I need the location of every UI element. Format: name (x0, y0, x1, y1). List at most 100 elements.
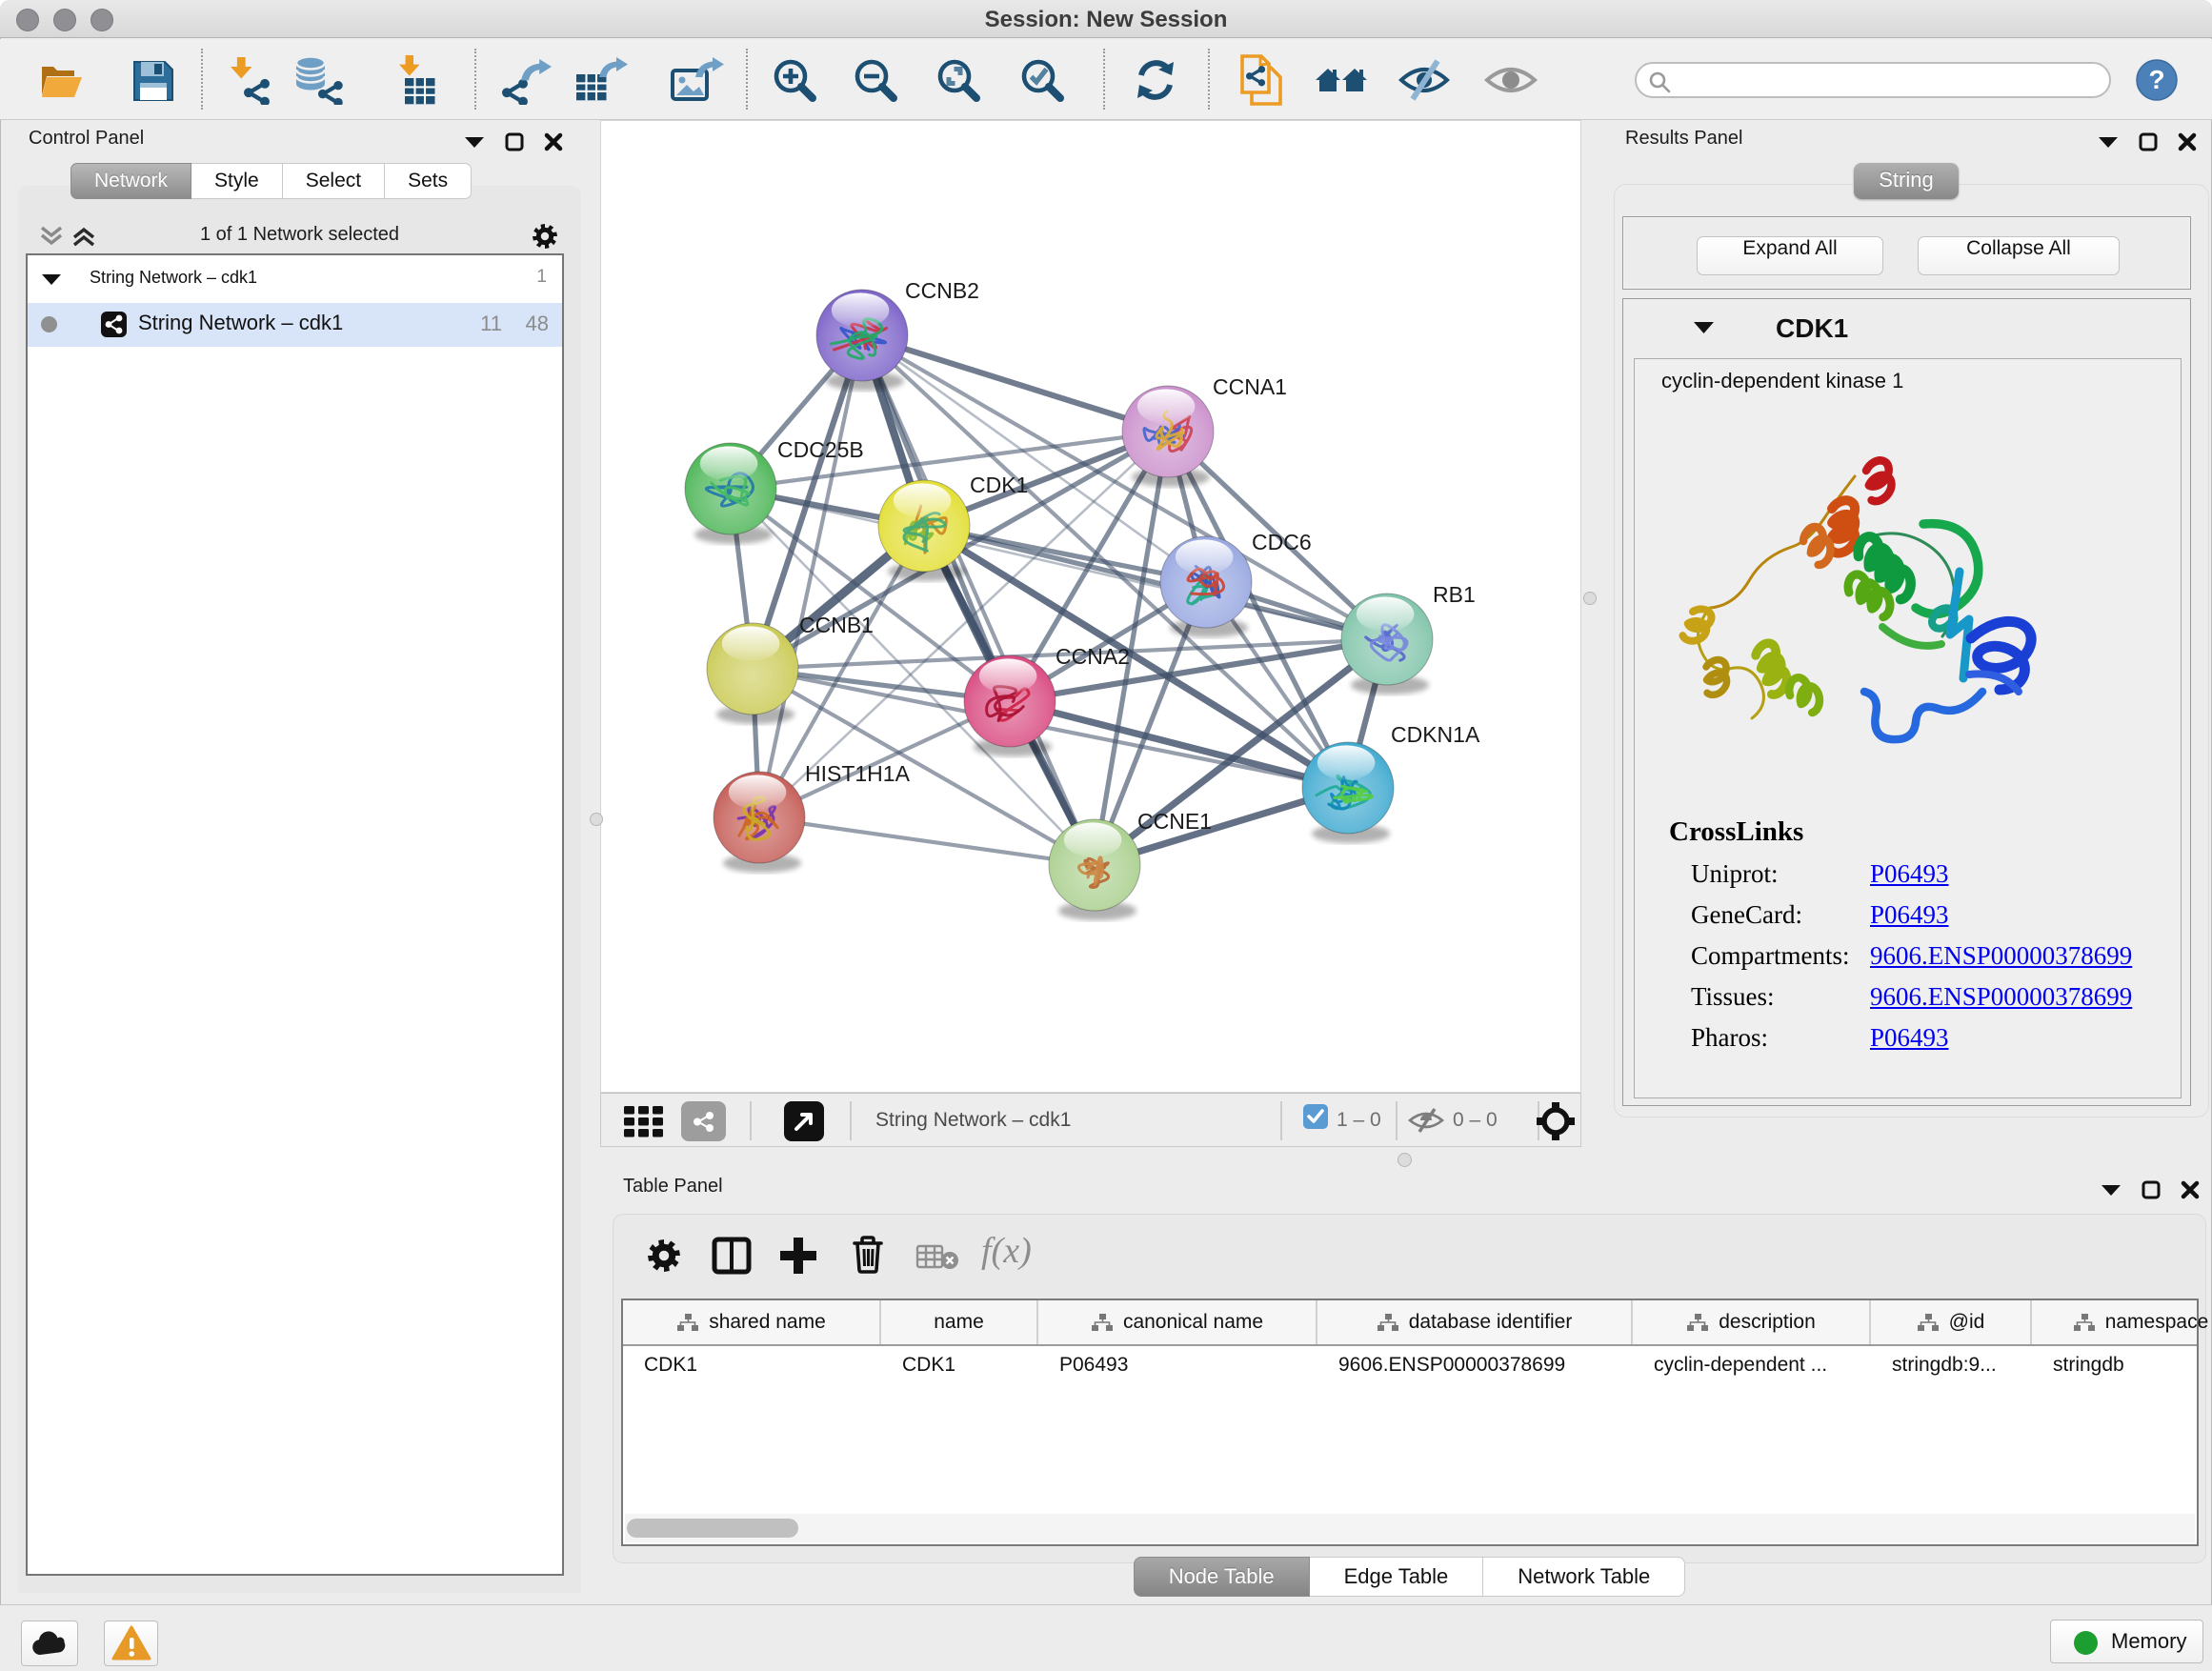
cell-sharedname[interactable]: CDK1 (623, 1346, 881, 1388)
cell-databaseidentifier[interactable]: 9606.ENSP00000378699 (1317, 1346, 1633, 1388)
delete-table-icon[interactable] (915, 1243, 959, 1270)
cloud-button[interactable] (21, 1621, 78, 1666)
scrollbar-thumb[interactable] (627, 1519, 798, 1538)
zoom-out-button[interactable] (850, 39, 901, 120)
node-CCNB1[interactable]: CCNB1 (707, 613, 874, 724)
cell-description[interactable]: cyclin-dependent ... (1633, 1346, 1871, 1388)
protein-header-row[interactable]: CDK1 (1623, 299, 2190, 358)
function-builder-icon[interactable]: f(x) (981, 1230, 1032, 1272)
birdseye-grid-icon[interactable] (622, 1104, 666, 1140)
edge-HIST1H1A-CCNE1[interactable] (759, 817, 1095, 865)
tab-edge-table[interactable]: Edge Table (1310, 1557, 1484, 1597)
zoom-in-button[interactable] (769, 39, 820, 120)
crosslink-value[interactable]: P06493 (1870, 900, 1949, 930)
node-CCNB2[interactable]: CCNB2 (816, 278, 979, 391)
search-input[interactable] (1679, 66, 2105, 94)
copy-network-button[interactable] (1237, 39, 1290, 120)
tab-sets[interactable]: Sets (385, 163, 472, 199)
crosslink-value[interactable]: 9606.ENSP00000378699 (1870, 941, 2132, 971)
table-settings-gear-icon[interactable] (648, 1239, 680, 1272)
left-splitter-handle[interactable] (590, 813, 603, 826)
cell-namespace[interactable]: stringdb (2032, 1346, 2212, 1388)
zoom-fit-button[interactable] (933, 39, 984, 120)
column-header-canonicalname[interactable]: canonical name (1038, 1300, 1317, 1344)
export-network-button[interactable] (499, 39, 554, 120)
selected-checkbox[interactable] (1303, 1104, 1328, 1129)
node-label-CDK1: CDK1 (970, 473, 1028, 497)
panel-close-icon[interactable] (2180, 1179, 2201, 1200)
export-image-button[interactable] (668, 39, 725, 120)
node-CDC25B[interactable]: CDC25B (685, 437, 864, 544)
panel-menu-icon[interactable] (463, 134, 486, 150)
column-header-name[interactable]: name (881, 1300, 1038, 1344)
tab-string[interactable]: String (1854, 163, 1959, 199)
import-network-database-button[interactable] (291, 39, 348, 120)
hide-selected-button[interactable] (1397, 39, 1452, 120)
tab-style[interactable]: Style (191, 163, 283, 199)
network-row[interactable]: String Network – cdk1 11 48 (28, 303, 562, 347)
node-RB1[interactable]: RB1 (1341, 582, 1476, 695)
panel-menu-icon[interactable] (2100, 1182, 2122, 1198)
node-CDKN1A[interactable]: CDKN1A (1302, 722, 1480, 843)
network-options-gear-icon[interactable] (533, 224, 557, 249)
table-columns-icon[interactable] (712, 1237, 752, 1275)
tree-expand-icon[interactable] (41, 272, 62, 287)
help-button[interactable]: ? (2134, 39, 2180, 120)
column-namespace-icon (2073, 1313, 2096, 1332)
tab-node-table[interactable]: Node Table (1134, 1557, 1310, 1597)
column-namespace-icon (1377, 1313, 1399, 1332)
show-all-button[interactable] (1315, 39, 1370, 120)
node-HIST1H1A[interactable]: HIST1H1A (714, 761, 911, 873)
memory-button[interactable]: Memory (2050, 1620, 2203, 1663)
collapse-section-icon[interactable] (1693, 320, 1715, 334)
table-horizontal-scrollbar[interactable] (625, 1514, 2195, 1542)
column-header-sharedname[interactable]: shared name (623, 1300, 881, 1344)
column-header-id[interactable]: @id (1871, 1300, 2032, 1344)
crosslink-value[interactable]: P06493 (1870, 1023, 1949, 1053)
column-header-description[interactable]: description (1633, 1300, 1871, 1344)
network-view-canvas[interactable]: CCNB2CCNA1CDC25BCDK1CDC6RB1CCNB1CCNA2CDK… (600, 120, 1581, 1093)
open-in-window-button[interactable] (784, 1101, 824, 1141)
cell-canonicalname[interactable]: P06493 (1038, 1346, 1317, 1388)
node-table[interactable]: shared namename canonical name database … (621, 1299, 2199, 1546)
panel-float-icon[interactable] (2142, 1180, 2161, 1199)
show-hidden-button[interactable] (1482, 39, 1539, 120)
tab-network[interactable]: Network (70, 163, 191, 199)
cell-name[interactable]: CDK1 (881, 1346, 1038, 1388)
center-view-icon[interactable] (1537, 1102, 1575, 1140)
column-header-databaseidentifier[interactable]: database identifier (1317, 1300, 1633, 1344)
network-share-button[interactable] (681, 1101, 726, 1141)
collapse-all-button[interactable]: Collapse All (1918, 236, 2120, 275)
horizontal-splitter-handle[interactable] (1398, 1153, 1412, 1167)
crosslink-value[interactable]: 9606.ENSP00000378699 (1870, 982, 2132, 1012)
network-collection-row[interactable]: String Network – cdk1 1 (28, 255, 562, 303)
node-CCNE1[interactable]: CCNE1 (1049, 809, 1212, 920)
warnings-button[interactable] (104, 1621, 158, 1666)
zoom-selected-button[interactable] (1016, 39, 1068, 120)
import-table-button[interactable] (388, 39, 443, 120)
edge-CDK1-RB1[interactable] (924, 526, 1387, 639)
cell-id[interactable]: stringdb:9... (1871, 1346, 2032, 1388)
expand-all-button[interactable]: Expand All (1697, 236, 1883, 275)
node-CCNA1[interactable]: CCNA1 (1122, 374, 1287, 487)
panel-menu-icon[interactable] (2097, 134, 2120, 150)
panel-float-icon[interactable] (2139, 132, 2158, 151)
save-session-button[interactable] (126, 39, 179, 120)
crosslink-value[interactable]: P06493 (1870, 859, 1949, 889)
column-header-namespace[interactable]: namespace (2032, 1300, 2212, 1344)
add-column-icon[interactable] (777, 1235, 819, 1277)
edge-CCNB2-CCNA1[interactable] (862, 335, 1168, 432)
tab-select[interactable]: Select (283, 163, 385, 199)
panel-close-icon[interactable] (2177, 131, 2198, 152)
search-box[interactable] (1635, 62, 2111, 98)
apply-layout-button[interactable] (1130, 39, 1181, 120)
open-session-button[interactable] (36, 39, 90, 120)
delete-column-trash-icon[interactable] (849, 1234, 887, 1276)
export-table-button[interactable] (573, 39, 631, 120)
title-bar: Session: New Session (0, 0, 2212, 38)
panel-close-icon[interactable] (543, 131, 564, 152)
tab-network-table[interactable]: Network Table (1483, 1557, 1685, 1597)
node-table-row[interactable]: CDK1CDK1P064939606.ENSP00000378699cyclin… (623, 1346, 2197, 1388)
import-network-button[interactable] (222, 39, 275, 120)
panel-float-icon[interactable] (505, 132, 524, 151)
